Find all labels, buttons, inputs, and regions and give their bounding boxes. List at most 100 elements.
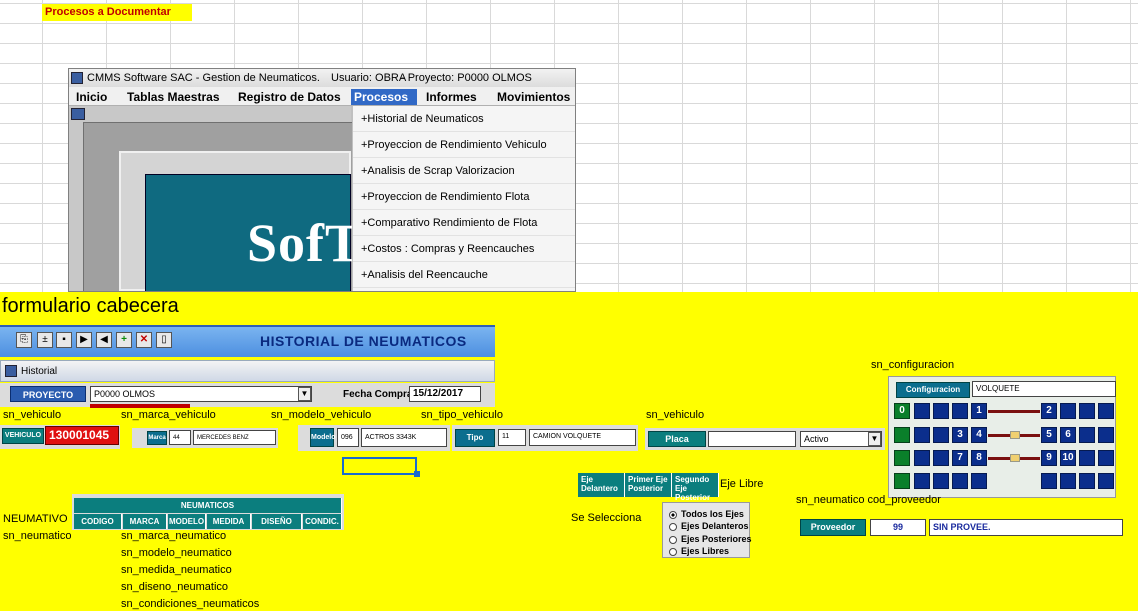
annotation-sn-marca-neumatico: sn_marca_neumatico bbox=[121, 530, 227, 542]
config-cell[interactable] bbox=[933, 403, 949, 419]
primer-eje-posterior-header[interactable]: Primer Eje Posterior bbox=[625, 473, 672, 497]
child-window-icon bbox=[71, 108, 85, 120]
config-cell[interactable] bbox=[933, 473, 949, 489]
config-cell[interactable] bbox=[914, 450, 930, 466]
config-cell[interactable] bbox=[933, 427, 949, 443]
eje-delantero-header[interactable]: Eje Delantero bbox=[578, 473, 625, 497]
column-marca[interactable]: MARCA bbox=[123, 514, 167, 529]
configuracion-field[interactable]: VOLQUETE bbox=[972, 381, 1116, 397]
exit-door-icon[interactable]: ▯ bbox=[156, 332, 172, 348]
config-cell[interactable] bbox=[1060, 473, 1076, 489]
config-cell-2[interactable]: 2 bbox=[1041, 403, 1057, 419]
radio-ejes-posteriores[interactable]: Ejes Posteriores bbox=[669, 534, 752, 544]
config-cell[interactable] bbox=[1079, 450, 1095, 466]
dropdown-item-proyeccion-flota[interactable]: +Proyeccion de Rendimiento Flota bbox=[353, 184, 575, 210]
radio-ejes-delanteros[interactable]: Ejes Delanteros bbox=[669, 521, 749, 531]
radio-icon[interactable] bbox=[669, 522, 677, 531]
delete-icon[interactable]: ✕ bbox=[136, 332, 152, 348]
proveedor-field[interactable]: SIN PROVEE. bbox=[929, 519, 1123, 536]
modelo-code-field[interactable]: 096 bbox=[337, 428, 359, 447]
config-cell-4[interactable]: 4 bbox=[971, 427, 987, 443]
radio-selected-icon[interactable] bbox=[669, 510, 677, 519]
proyecto-select[interactable]: P0000 OLMOS bbox=[90, 386, 312, 402]
config-cell[interactable] bbox=[1098, 473, 1114, 489]
menu-tablas-maestras[interactable]: Tablas Maestras bbox=[124, 89, 223, 105]
tipo-field[interactable]: CAMION VOLQUETE bbox=[529, 429, 636, 446]
radio-todos-los-ejes[interactable]: Todos los Ejes bbox=[669, 509, 744, 519]
download-icon[interactable]: ± bbox=[37, 332, 53, 348]
sheet-title-cell[interactable]: Procesos a Documentar bbox=[42, 4, 192, 21]
fecha-compra-field[interactable]: 15/12/2017 bbox=[409, 386, 481, 402]
config-cell[interactable] bbox=[1041, 473, 1057, 489]
config-cell-5[interactable]: 5 bbox=[1041, 427, 1057, 443]
config-cell-green[interactable] bbox=[894, 450, 910, 466]
segundo-eje-posterior-header[interactable]: Segundo Eje Posterior bbox=[672, 473, 719, 502]
menu-registro-de-datos[interactable]: Registro de Datos bbox=[235, 89, 344, 105]
menu-informes[interactable]: Informes bbox=[423, 89, 480, 105]
add-icon[interactable]: + bbox=[116, 332, 132, 348]
config-cell-8[interactable]: 8 bbox=[971, 450, 987, 466]
dropdown-item-analisis-reencauche[interactable]: +Analisis del Reencauche bbox=[353, 262, 575, 288]
placa-field[interactable] bbox=[708, 431, 796, 447]
config-cell-3[interactable]: 3 bbox=[952, 427, 968, 443]
config-cell[interactable] bbox=[914, 403, 930, 419]
config-cell-7[interactable]: 7 bbox=[952, 450, 968, 466]
column-medida[interactable]: MEDIDA bbox=[207, 514, 251, 529]
config-cell[interactable] bbox=[1098, 403, 1114, 419]
config-cell[interactable] bbox=[933, 450, 949, 466]
dropdown-item-proyeccion-vehiculo[interactable]: +Proyeccion de Rendimiento Vehiculo bbox=[353, 132, 575, 158]
column-modelo[interactable]: MODELO bbox=[168, 514, 206, 529]
proveedor-code-field[interactable]: 99 bbox=[870, 519, 926, 536]
radio-ejes-libres[interactable]: Ejes Libres bbox=[669, 546, 729, 556]
save-icon[interactable]: ▪ bbox=[56, 332, 72, 348]
annotation-sn-neumatico-proveedor: sn_neumatico cod_proveedor bbox=[796, 494, 941, 506]
config-cell[interactable] bbox=[1098, 427, 1114, 443]
menu-inicio[interactable]: Inicio bbox=[73, 89, 110, 105]
configuracion-label: Configuracion bbox=[896, 382, 970, 398]
menu-procesos[interactable]: Procesos bbox=[351, 89, 417, 105]
config-cell-1[interactable]: 1 bbox=[971, 403, 987, 419]
annotation-sn-tipo-vehiculo: sn_tipo_vehiculo bbox=[421, 409, 503, 421]
dropdown-item-historial[interactable]: +Historial de Neumaticos bbox=[353, 106, 575, 132]
prev-icon[interactable]: ◀ bbox=[96, 332, 112, 348]
marca-field[interactable]: MERCEDES BENZ bbox=[193, 430, 276, 445]
config-cell[interactable] bbox=[971, 473, 987, 489]
column-codigo[interactable]: CODIGO bbox=[74, 514, 122, 529]
config-cell[interactable] bbox=[1060, 403, 1076, 419]
estado-chevron-down-icon[interactable]: ▼ bbox=[868, 432, 881, 446]
marca-code-field[interactable]: 44 bbox=[169, 430, 191, 445]
config-cell-green[interactable] bbox=[894, 473, 910, 489]
copy-icon[interactable]: ⎘ bbox=[16, 332, 32, 348]
dropdown-item-comparativo-flota[interactable]: +Comparativo Rendimiento de Flota bbox=[353, 210, 575, 236]
chevron-down-icon[interactable]: ▼ bbox=[298, 387, 311, 401]
config-cell[interactable] bbox=[914, 427, 930, 443]
app-titlebar: CMMS Software SAC - Gestion de Neumatico… bbox=[69, 69, 575, 87]
next-icon[interactable]: ▶ bbox=[76, 332, 92, 348]
config-cell-9[interactable]: 9 bbox=[1041, 450, 1057, 466]
column-condic[interactable]: CONDIC. bbox=[303, 514, 342, 529]
radio-icon[interactable] bbox=[669, 547, 677, 556]
config-cell[interactable] bbox=[914, 473, 930, 489]
tipo-code-field[interactable]: 11 bbox=[498, 429, 526, 446]
modelo-field[interactable]: ACTROS 3343K bbox=[361, 428, 447, 447]
config-cell[interactable] bbox=[1098, 450, 1114, 466]
config-cell[interactable] bbox=[952, 403, 968, 419]
neumaticos-title: NEUMATICOS bbox=[74, 498, 342, 513]
radio-icon[interactable] bbox=[669, 535, 677, 544]
config-cell[interactable] bbox=[1079, 403, 1095, 419]
selection-box bbox=[342, 457, 417, 475]
dropdown-item-costos[interactable]: +Costos : Compras y Reencauches bbox=[353, 236, 575, 262]
selection-handle[interactable] bbox=[414, 471, 420, 477]
config-cell-6[interactable]: 6 bbox=[1060, 427, 1076, 443]
config-cell-green[interactable] bbox=[894, 427, 910, 443]
config-cell[interactable] bbox=[1079, 427, 1095, 443]
config-cell[interactable] bbox=[1079, 473, 1095, 489]
vehiculo-field[interactable]: 130001045 bbox=[45, 426, 119, 445]
config-cell-10[interactable]: 10 bbox=[1060, 450, 1076, 466]
dropdown-item-analisis-scrap[interactable]: +Analisis de Scrap Valorizacion bbox=[353, 158, 575, 184]
column-diseno[interactable]: DISEÑO bbox=[252, 514, 302, 529]
config-cell[interactable] bbox=[952, 473, 968, 489]
ejes-radio-group: Todos los Ejes Ejes Delanteros Ejes Post… bbox=[662, 502, 752, 558]
menu-movimientos[interactable]: Movimientos bbox=[494, 89, 573, 105]
config-cell-0[interactable]: 0 bbox=[894, 403, 910, 419]
